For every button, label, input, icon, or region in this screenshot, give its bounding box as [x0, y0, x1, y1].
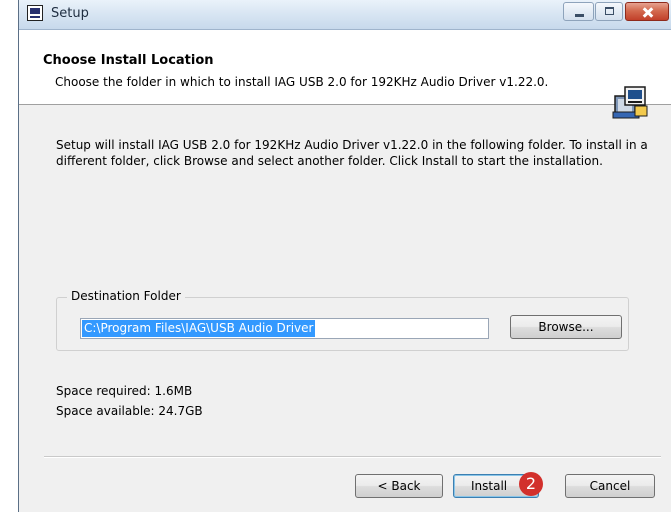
step-badge: 2: [519, 472, 543, 496]
page-title: Choose Install Location: [43, 53, 214, 68]
back-button[interactable]: < Back: [355, 474, 443, 498]
maximize-button[interactable]: [595, 2, 623, 21]
space-required: Space required: 1.6MB: [56, 384, 193, 398]
page-subtitle: Choose the folder in which to install IA…: [55, 75, 549, 89]
wizard-header: Choose Install Location Choose the folde…: [19, 30, 671, 119]
browse-button[interactable]: Browse...: [510, 315, 622, 339]
destination-folder-group: Destination Folder C:\Program Files\IAG\…: [56, 289, 629, 351]
installer-icon: [612, 86, 648, 119]
window-title: Setup: [51, 6, 89, 21]
app-icon: [27, 5, 43, 21]
minimize-button[interactable]: [563, 2, 594, 21]
cancel-button[interactable]: Cancel: [565, 474, 655, 498]
setup-window: Setup Choose Install Location Choose the…: [18, 0, 671, 512]
button-separator: [44, 456, 661, 458]
destination-folder-legend: Destination Folder: [67, 289, 185, 303]
title-bar[interactable]: Setup: [19, 0, 671, 30]
install-instructions: Setup will install IAG USB 2.0 for 192KH…: [56, 138, 648, 168]
close-button[interactable]: [625, 2, 669, 21]
destination-path-input[interactable]: C:\Program Files\IAG\USB Audio Driver: [80, 318, 489, 339]
space-available: Space available: 24.7GB: [56, 404, 203, 418]
destination-path-text: C:\Program Files\IAG\USB Audio Driver: [82, 320, 316, 337]
